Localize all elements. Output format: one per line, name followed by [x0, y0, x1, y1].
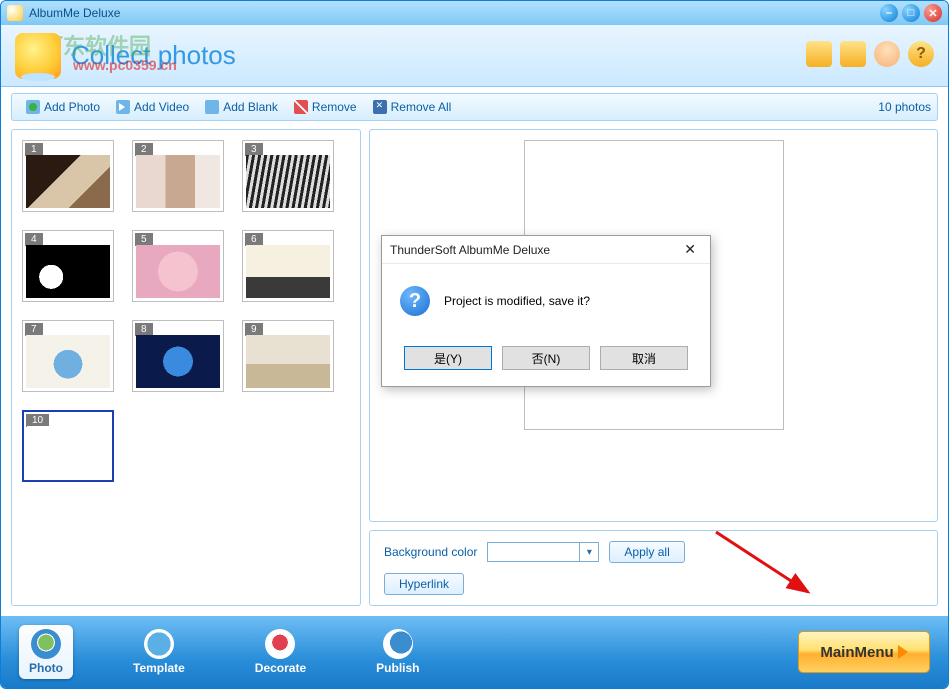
page-title: Collect photos: [71, 40, 236, 71]
toolbar: Add Photo Add Video Add Blank Remove Rem…: [11, 93, 938, 121]
thumbnail-6[interactable]: 6: [242, 230, 334, 302]
help-icon[interactable]: ?: [908, 41, 934, 67]
remove-icon: [294, 100, 308, 114]
thumbnail-9[interactable]: 9: [242, 320, 334, 392]
close-button[interactable]: ✕: [924, 4, 942, 22]
nav-decorate-label: Decorate: [255, 661, 306, 675]
thumb-image: [26, 335, 110, 388]
user-icon[interactable]: [874, 41, 900, 67]
bottom-nav: Photo Template Decorate Publish MainMenu: [1, 616, 948, 688]
nav-publish[interactable]: Publish: [366, 625, 429, 679]
maximize-button[interactable]: □: [902, 4, 920, 22]
nav-template[interactable]: Template: [123, 625, 195, 679]
thumb-image: [136, 155, 220, 208]
add-video-icon: [116, 100, 130, 114]
hyperlink-row: Hyperlink: [384, 573, 923, 595]
remove-label: Remove: [312, 100, 357, 114]
decorate-icon: [265, 629, 295, 659]
thumbnail-3[interactable]: 3: [242, 140, 334, 212]
thumb-image: [27, 426, 109, 477]
thumbnail-panel: 1 2 3 4 5 6 7 8 9 10: [11, 129, 361, 606]
dialog-body: ? Project is modified, save it?: [382, 264, 710, 338]
thumbnail-8[interactable]: 8: [132, 320, 224, 392]
mainmenu-button[interactable]: MainMenu: [798, 631, 930, 673]
add-photo-button[interactable]: Add Photo: [18, 98, 108, 116]
thumbnail-4[interactable]: 4: [22, 230, 114, 302]
hyperlink-button[interactable]: Hyperlink: [384, 573, 464, 595]
save-dialog: ThunderSoft AlbumMe Deluxe ✕ ? Project i…: [381, 235, 711, 387]
thumbnail-7[interactable]: 7: [22, 320, 114, 392]
mainmenu-label: MainMenu: [820, 644, 893, 661]
dialog-message: Project is modified, save it?: [444, 294, 590, 308]
add-photo-label: Add Photo: [44, 100, 100, 114]
add-video-button[interactable]: Add Video: [108, 98, 197, 116]
dialog-buttons: 是(Y) 否(N) 取消: [382, 338, 710, 386]
add-blank-icon: [205, 100, 219, 114]
thumb-image: [26, 155, 110, 208]
thumb-image: [136, 335, 220, 388]
remove-all-button[interactable]: Remove All: [365, 98, 460, 116]
options-box: Background color ▾ Apply all Hyperlink: [369, 530, 938, 606]
dialog-title: ThunderSoft AlbumMe Deluxe: [390, 243, 550, 257]
dialog-no-button[interactable]: 否(N): [502, 346, 590, 370]
app-title: AlbumMe Deluxe: [29, 6, 120, 20]
header-actions: ?: [806, 41, 934, 67]
photo-icon: [31, 629, 61, 659]
header: 河东软件园 www.pc0359.cn Collect photos ?: [1, 25, 948, 87]
nav-photo-label: Photo: [29, 661, 63, 675]
titlebar: AlbumMe Deluxe – □ ✕: [1, 1, 948, 25]
dialog-titlebar: ThunderSoft AlbumMe Deluxe ✕: [382, 236, 710, 264]
save-icon[interactable]: [840, 41, 866, 67]
logo-block: Collect photos: [15, 33, 236, 79]
app-window: AlbumMe Deluxe – □ ✕ 河东软件园 www.pc0359.cn…: [0, 0, 949, 689]
bg-color-row: Background color ▾ Apply all: [384, 541, 923, 563]
nav-publish-label: Publish: [376, 661, 419, 675]
thumb-image: [246, 155, 330, 208]
add-blank-label: Add Blank: [223, 100, 278, 114]
question-icon: ?: [400, 286, 430, 316]
nav-decorate[interactable]: Decorate: [245, 625, 316, 679]
apply-all-button[interactable]: Apply all: [609, 541, 684, 563]
remove-all-icon: [373, 100, 387, 114]
remove-button[interactable]: Remove: [286, 98, 365, 116]
bg-color-select[interactable]: ▾: [487, 542, 599, 562]
template-icon: [144, 629, 174, 659]
thumbnail-2[interactable]: 2: [132, 140, 224, 212]
nav-template-label: Template: [133, 661, 185, 675]
add-video-label: Add Video: [134, 100, 189, 114]
add-blank-button[interactable]: Add Blank: [197, 98, 286, 116]
dialog-yes-button[interactable]: 是(Y): [404, 346, 492, 370]
photo-count: 10 photos: [878, 100, 931, 114]
thumbnail-5[interactable]: 5: [132, 230, 224, 302]
open-folder-icon[interactable]: [806, 41, 832, 67]
window-controls: – □ ✕: [880, 4, 942, 22]
nav-photo[interactable]: Photo: [19, 625, 73, 679]
publish-icon: [383, 629, 413, 659]
bg-color-label: Background color: [384, 545, 477, 559]
thumb-image: [26, 245, 110, 298]
thumb-image: [246, 245, 330, 298]
thumb-image: [246, 335, 330, 388]
bg-color-swatch: [488, 543, 580, 561]
chevron-down-icon[interactable]: ▾: [580, 543, 598, 561]
thumbnail-10[interactable]: 10: [22, 410, 114, 482]
play-icon: [898, 645, 908, 659]
add-photo-icon: [26, 100, 40, 114]
dialog-close-button[interactable]: ✕: [678, 239, 702, 260]
thumbnail-1[interactable]: 1: [22, 140, 114, 212]
dialog-cancel-button[interactable]: 取消: [600, 346, 688, 370]
logo-icon: [15, 33, 61, 79]
app-icon: [7, 5, 23, 21]
minimize-button[interactable]: –: [880, 4, 898, 22]
thumbnail-grid: 1 2 3 4 5 6 7 8 9 10: [22, 140, 350, 482]
thumb-image: [136, 245, 220, 298]
remove-all-label: Remove All: [391, 100, 452, 114]
